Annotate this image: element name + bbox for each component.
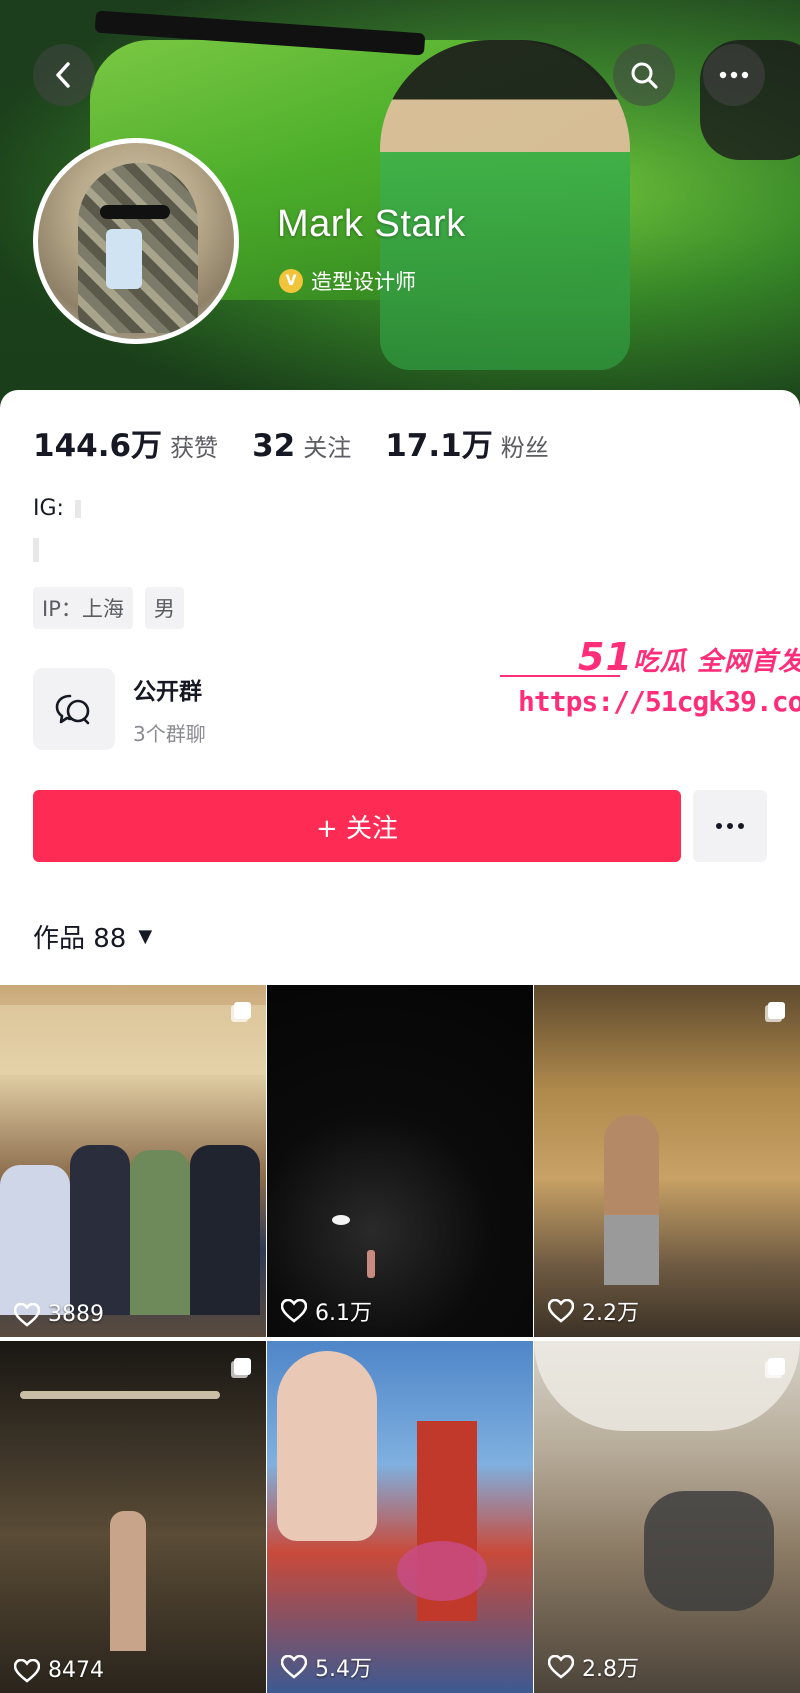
multi-image-icon: [765, 1002, 785, 1022]
bio-line: IG:: [33, 496, 81, 521]
tile-likes: 8474: [14, 1658, 104, 1683]
tile-person: [70, 1145, 130, 1315]
profile-tags: IP：上海 男: [33, 587, 184, 629]
avatar[interactable]: [33, 138, 239, 344]
tile-likes-count: 6.1万: [315, 1301, 372, 1326]
video-tile[interactable]: 8474: [0, 1341, 266, 1693]
multi-image-icon: [231, 1358, 251, 1378]
followers-label[interactable]: 粉丝: [501, 428, 549, 463]
tile-likes-count: 3889: [48, 1302, 104, 1327]
tile-likes-count: 2.2万: [582, 1301, 639, 1326]
heart-icon: [14, 1658, 40, 1683]
tile-jet-seat: [644, 1491, 774, 1611]
search-button[interactable]: [613, 44, 675, 106]
tile-figure: [367, 1250, 375, 1278]
public-group-entry[interactable]: 公开群 3个群聊: [33, 668, 206, 750]
verification-row: V 造型设计师: [279, 266, 416, 296]
multi-image-icon: [765, 1358, 785, 1378]
watermark-brand-text: 吃瓜 全网首发: [632, 647, 800, 677]
follow-button[interactable]: + 关注: [33, 790, 681, 862]
tile-bg-wall: [0, 1005, 266, 1075]
works-tab[interactable]: 作品 88 ▼: [33, 918, 152, 955]
tile-mural-text: [397, 1541, 487, 1601]
chat-bubbles-icon: [55, 694, 90, 725]
watermark-dash: [500, 675, 620, 677]
more-horizontal-icon: [719, 71, 749, 79]
heart-icon: [548, 1655, 574, 1679]
heart-icon: [281, 1299, 307, 1323]
likes-count[interactable]: 144.6万: [33, 420, 162, 465]
video-grid: 3889 6.1万 2.2万 8474 5.4万 2.8万: [0, 985, 800, 1693]
group-text: 公开群 3个群聊: [133, 672, 206, 747]
bio-redacted-line: [33, 538, 39, 562]
group-title: 公开群: [133, 678, 202, 705]
tile-jet-ceiling: [534, 1341, 800, 1431]
tile-likes: 5.4万: [281, 1651, 372, 1683]
watermark-brand: 51吃瓜 全网首发: [578, 635, 800, 679]
tile-mural-face: [277, 1351, 377, 1541]
followers-count[interactable]: 17.1万: [385, 420, 493, 465]
search-icon: [631, 62, 658, 89]
group-subtitle: 3个群聊: [133, 721, 206, 746]
tile-likes: 2.2万: [548, 1295, 639, 1327]
tile-likes: 6.1万: [281, 1295, 372, 1327]
tile-person-pants: [604, 1215, 659, 1285]
verified-badge-icon: V: [279, 269, 303, 293]
heart-icon: [14, 1302, 40, 1327]
video-tile[interactable]: 3889: [0, 985, 266, 1337]
profile-name: Mark Stark: [277, 203, 466, 245]
stats-row: 144.6万 获赞 32 关注 17.1万 粉丝: [33, 420, 583, 465]
following-count[interactable]: 32: [252, 428, 295, 464]
watermark-brand-number: 51: [578, 635, 633, 679]
bio-text: IG:: [33, 496, 71, 521]
works-label: 作品 88: [33, 924, 127, 954]
watermark-url: https://51cgk39.com: [518, 685, 800, 718]
tile-likes: 2.8万: [548, 1651, 639, 1683]
chevron-left-icon: [56, 62, 70, 88]
tile-person: [0, 1165, 70, 1315]
avatar-glasses: [100, 205, 170, 219]
ip-location-tag: IP：上海: [33, 587, 133, 629]
more-options-button[interactable]: [703, 44, 765, 106]
tile-person: [110, 1511, 146, 1651]
tile-likes: 3889: [14, 1302, 104, 1327]
tile-likes-count: 8474: [48, 1658, 104, 1683]
heart-icon: [281, 1655, 307, 1679]
video-tile[interactable]: 2.8万: [534, 1341, 800, 1693]
more-actions-button[interactable]: [693, 790, 767, 862]
watermark: 51吃瓜 全网首发 https://51cgk39.com: [500, 635, 800, 725]
tile-person: [190, 1145, 260, 1315]
following-label[interactable]: 关注: [303, 428, 351, 463]
tile-ceiling-light: [20, 1391, 220, 1399]
avatar-phone: [106, 229, 142, 289]
back-button[interactable]: [33, 44, 95, 106]
verification-title: 造型设计师: [311, 270, 416, 294]
video-tile[interactable]: 5.4万: [267, 1341, 533, 1693]
heart-icon: [548, 1299, 574, 1323]
group-icon-box: [33, 668, 115, 750]
caret-down-icon: ▼: [138, 926, 153, 947]
tile-light: [332, 1215, 350, 1225]
tile-person: [130, 1150, 190, 1315]
bio-redacted: [74, 500, 81, 518]
video-tile[interactable]: 6.1万: [267, 985, 533, 1337]
multi-image-icon: [231, 1002, 251, 1022]
likes-label[interactable]: 获赞: [170, 428, 218, 463]
profile-info-card: 144.6万 获赞 32 关注 17.1万 粉丝 IG: IP：上海 男 公开群…: [0, 390, 800, 990]
more-horizontal-icon: [716, 823, 744, 829]
tile-likes-count: 2.8万: [582, 1657, 639, 1682]
gender-tag: 男: [144, 587, 184, 629]
video-tile[interactable]: 2.2万: [534, 985, 800, 1337]
tile-likes-count: 5.4万: [315, 1657, 372, 1682]
